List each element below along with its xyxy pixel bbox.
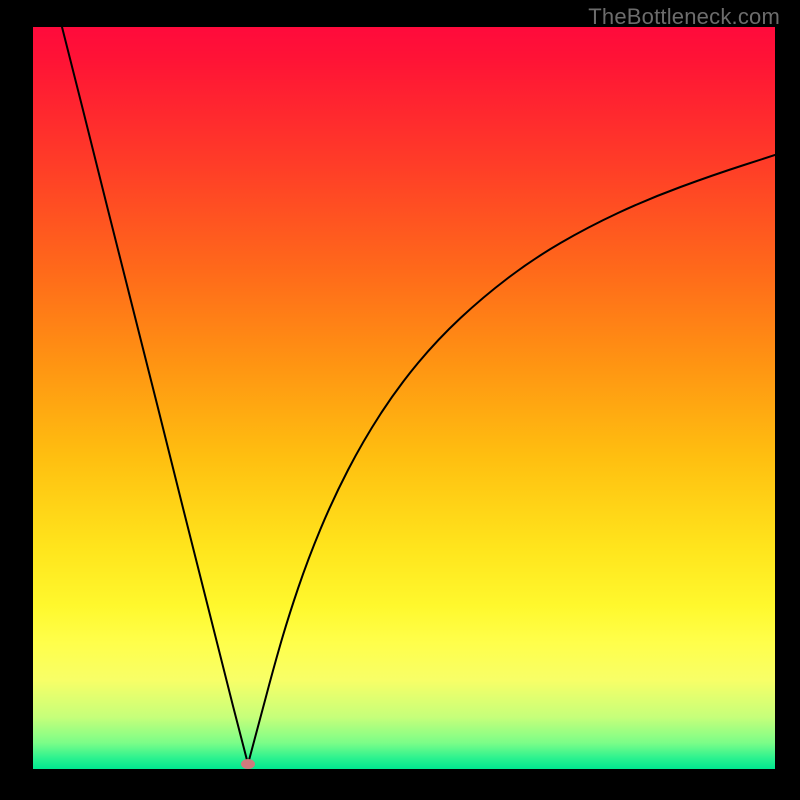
curve-right-branch bbox=[248, 155, 775, 764]
gradient-plot-area bbox=[33, 27, 775, 769]
bottleneck-curve bbox=[33, 27, 775, 769]
curve-left-branch bbox=[62, 27, 248, 764]
minimum-marker bbox=[241, 759, 255, 769]
watermark-text: TheBottleneck.com bbox=[588, 4, 780, 30]
